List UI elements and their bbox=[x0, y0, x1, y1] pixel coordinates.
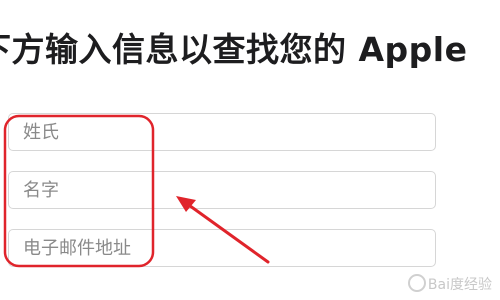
highlight-box bbox=[3, 114, 155, 268]
watermark: Bai度经验 bbox=[407, 274, 492, 294]
annotation-overlay bbox=[3, 114, 270, 268]
baidu-paw-icon bbox=[407, 274, 426, 292]
annotation-arrow-shaft bbox=[184, 201, 270, 264]
watermark-text: Bai度经验 bbox=[427, 277, 492, 293]
